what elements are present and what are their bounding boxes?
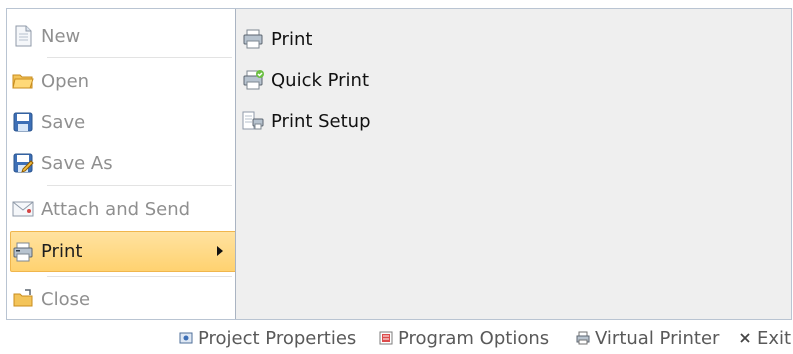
program-options-icon xyxy=(378,330,394,346)
printer-icon xyxy=(11,240,35,264)
submenu-item-print[interactable]: Print xyxy=(241,24,312,54)
print-submenu-panel: Print Quick Print Print Setup xyxy=(235,9,791,319)
close-folder-icon xyxy=(11,287,35,311)
menu-item-print[interactable]: Print xyxy=(10,231,237,272)
print-setup-icon xyxy=(241,109,265,133)
exit-icon xyxy=(737,330,753,346)
menu-item-label: Save xyxy=(41,111,86,133)
attach-send-icon xyxy=(11,197,35,221)
open-folder-icon xyxy=(11,69,35,93)
exit-button[interactable]: Exit xyxy=(737,327,791,349)
menu-divider xyxy=(47,185,232,186)
submenu-arrow-icon xyxy=(217,246,223,256)
submenu-item-label: Quick Print xyxy=(271,69,370,91)
virtual-printer-button[interactable]: Virtual Printer xyxy=(575,327,719,349)
project-properties-label: Project Properties xyxy=(198,327,357,349)
menu-item-close[interactable]: Close xyxy=(11,278,233,320)
menu-item-label: Save As xyxy=(41,152,113,174)
submenu-item-label: Print Setup xyxy=(271,110,371,132)
menu-item-open[interactable]: Open xyxy=(11,60,233,102)
program-options-label: Program Options xyxy=(398,327,550,349)
menu-item-label: Close xyxy=(41,288,91,310)
backstage-frame: New Open Save Save As Attach and Send Pr… xyxy=(6,8,792,320)
file-menu: New Open Save Save As Attach and Send Pr… xyxy=(7,9,237,319)
virtual-printer-icon xyxy=(575,330,591,346)
save-disk-icon xyxy=(11,110,35,134)
quick-print-icon xyxy=(241,68,265,92)
new-document-icon xyxy=(11,24,35,48)
menu-item-label: Attach and Send xyxy=(41,198,191,220)
project-properties-icon xyxy=(178,330,194,346)
virtual-printer-label: Virtual Printer xyxy=(595,327,720,349)
backstage-footer: Project Properties Program Options Virtu… xyxy=(0,320,793,354)
menu-item-new[interactable]: New xyxy=(11,15,233,57)
exit-label: Exit xyxy=(757,327,792,349)
project-properties-button[interactable]: Project Properties xyxy=(178,327,356,349)
printer-icon xyxy=(241,27,265,51)
menu-item-label: Open xyxy=(41,70,90,92)
submenu-item-quick-print[interactable]: Quick Print xyxy=(241,65,369,95)
save-as-icon xyxy=(11,151,35,175)
menu-item-label: Print xyxy=(41,241,83,262)
menu-divider xyxy=(47,276,232,277)
menu-item-attach-and-send[interactable]: Attach and Send xyxy=(11,188,233,230)
menu-divider xyxy=(47,57,232,58)
menu-item-save-as[interactable]: Save As xyxy=(11,142,233,184)
submenu-item-print-setup[interactable]: Print Setup xyxy=(241,106,371,136)
menu-item-save[interactable]: Save xyxy=(11,101,233,143)
submenu-item-label: Print xyxy=(271,28,313,50)
menu-item-label: New xyxy=(41,25,81,47)
program-options-button[interactable]: Program Options xyxy=(378,327,549,349)
